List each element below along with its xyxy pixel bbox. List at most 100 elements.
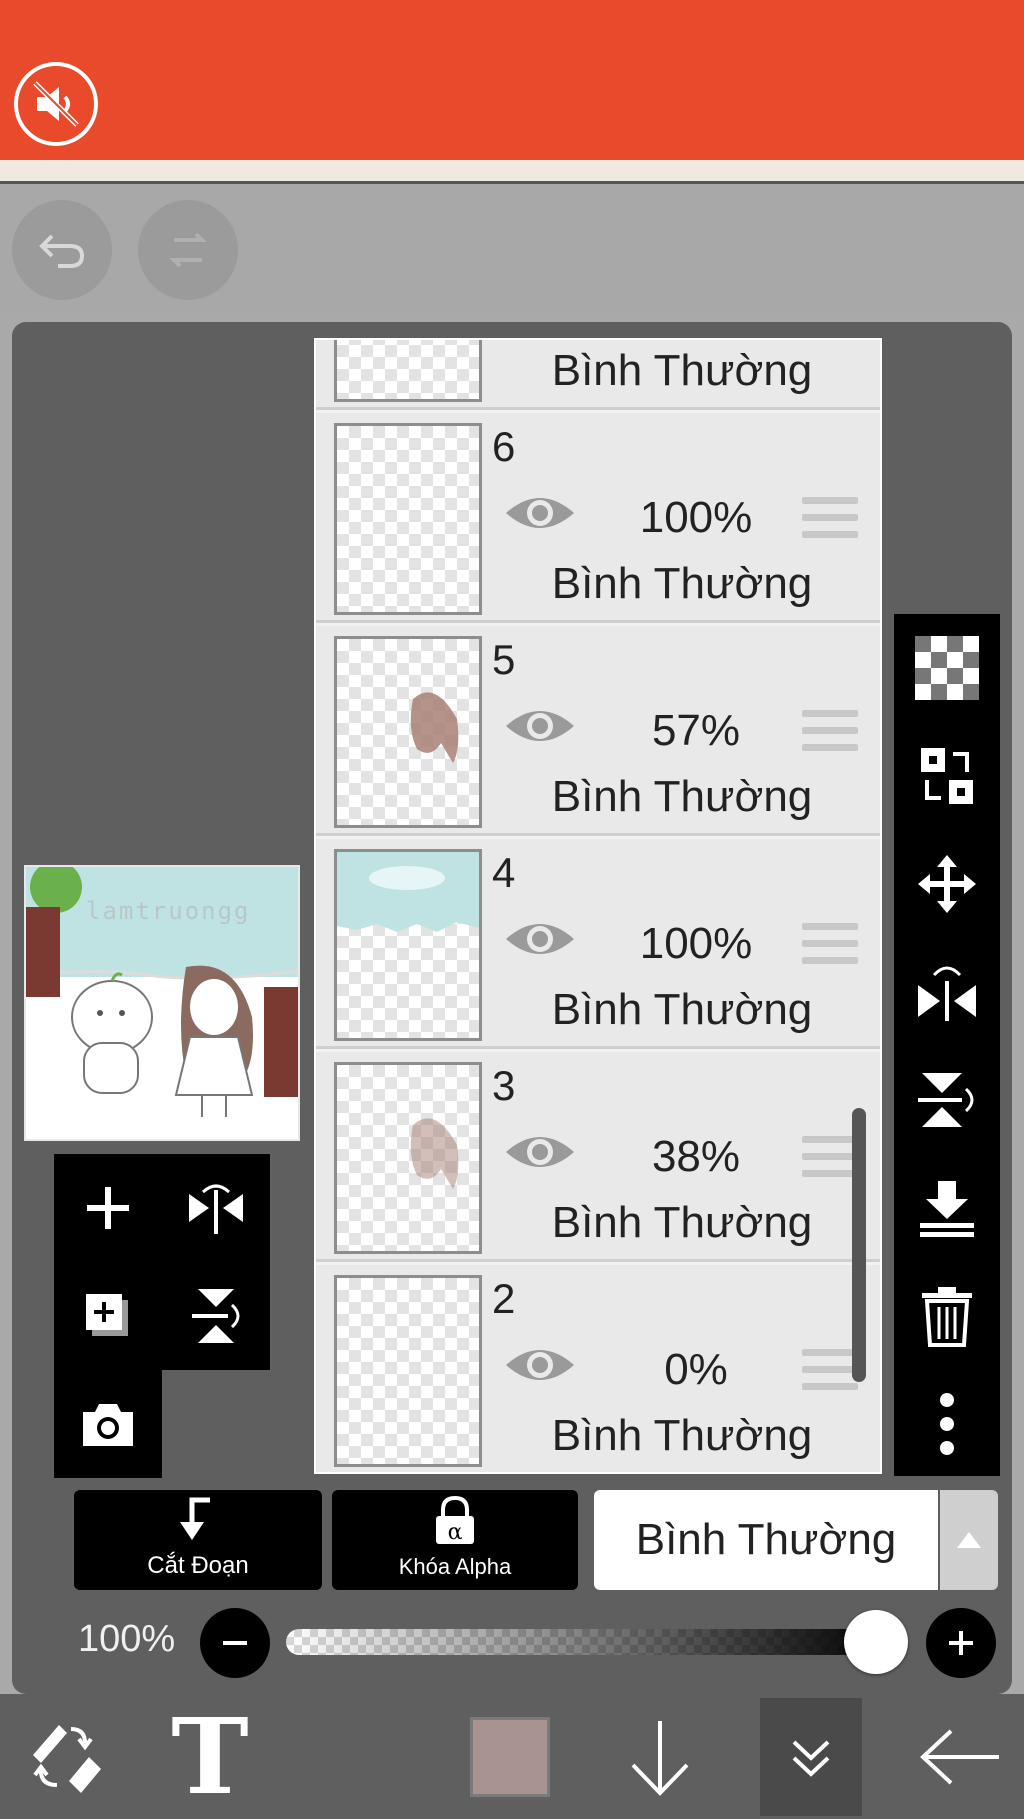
alpha-lock-label: Khóa Alpha [398, 1554, 512, 1579]
alpha-lock-button[interactable]: α Khóa Alpha [332, 1490, 578, 1590]
layer-number: 3 [492, 1062, 516, 1109]
layer-tools-column [894, 614, 1000, 1476]
eye-icon[interactable] [502, 489, 578, 537]
more-options-button[interactable] [894, 1370, 1000, 1478]
delete-layer-button[interactable] [894, 1262, 1000, 1370]
artwork-watermark: lamtruongg [86, 897, 251, 925]
layer-blend-mode: Bình Thường [551, 559, 813, 608]
add-layer-button[interactable] [54, 1154, 162, 1262]
layer-down-button[interactable] [610, 1694, 710, 1819]
drag-handle-icon[interactable] [802, 923, 858, 974]
opacity-decrease-button[interactable] [200, 1608, 270, 1678]
drag-handle-icon[interactable] [802, 710, 858, 761]
opacity-value: 100% [78, 1618, 176, 1660]
triangle-up-icon [957, 1532, 981, 1548]
canvas-thumbnail[interactable]: lamtruongg [24, 865, 300, 1141]
flip-horizontal-side-button[interactable] [894, 938, 1000, 1046]
swap-layer-button[interactable] [894, 722, 1000, 830]
drag-handle-icon[interactable] [802, 1349, 858, 1400]
flip-horizontal-icon [189, 1184, 243, 1234]
text-tool-button[interactable]: T [160, 1694, 260, 1819]
layer-thumbnail [334, 1062, 482, 1254]
duplicate-layer-button[interactable] [54, 1262, 162, 1370]
minus-icon [223, 1641, 247, 1645]
layer-list-scrollbar[interactable] [852, 1108, 866, 1382]
flip-horizontal-button[interactable] [162, 1154, 270, 1262]
layer-number: 4 [492, 849, 516, 896]
history-toolbar [0, 184, 1024, 314]
flip-vertical-icon [918, 1073, 974, 1127]
swap-icon [921, 748, 973, 804]
speaker-muted-icon [33, 81, 79, 127]
layer-blend-mode: Bình Thường [551, 1198, 813, 1247]
layer-list[interactable]: Bình Thường 6 100% Bình Thường 5 57% Bìn… [314, 338, 882, 1474]
mute-button[interactable] [14, 62, 98, 146]
plus-icon [87, 1187, 129, 1229]
eye-icon[interactable] [502, 915, 578, 963]
move-arrows-icon [918, 855, 976, 913]
checkerboard-icon [915, 636, 979, 700]
layer-blend-mode: Bình Thường [551, 985, 813, 1034]
clipping-button[interactable]: Cắt Đoạn [74, 1490, 322, 1590]
layer-thumbnail [334, 340, 482, 402]
top-banner [0, 0, 1024, 160]
merge-down-button[interactable] [894, 1154, 1000, 1262]
undo-icon [39, 234, 85, 268]
brush-eraser-swap-icon [33, 1724, 101, 1793]
layer-row[interactable]: 2 0% Bình Thường [316, 1265, 880, 1472]
flip-vertical-button[interactable] [162, 1262, 270, 1370]
merge-down-icon [920, 1181, 974, 1237]
drag-handle-icon[interactable] [802, 497, 858, 548]
drag-handle-icon[interactable] [802, 1136, 858, 1187]
back-button[interactable] [906, 1694, 1016, 1819]
brush-eraser-toggle[interactable] [10, 1694, 120, 1819]
layer-row[interactable]: 4 100% Bình Thường [316, 839, 880, 1049]
bottom-toolbar: T [0, 1694, 1024, 1819]
opacity-slider-handle[interactable] [844, 1610, 908, 1674]
double-chevron-down-icon [792, 1740, 830, 1777]
blend-mode-select[interactable]: Bình Thường [594, 1490, 938, 1590]
undo-button[interactable] [12, 200, 112, 300]
layer-thumbnail [334, 849, 482, 1041]
camera-button[interactable] [54, 1370, 162, 1478]
eye-icon[interactable] [502, 1128, 578, 1176]
flip-vertical-side-button[interactable] [894, 1046, 1000, 1154]
layer-blend-mode: Bình Thường [551, 346, 813, 395]
arrow-down-icon [631, 1720, 689, 1796]
layer-row[interactable]: 3 38% Bình Thường [316, 1052, 880, 1262]
redo-icon [169, 232, 207, 268]
layer-number: 6 [492, 423, 516, 470]
layer-opacity: 100% [639, 493, 753, 542]
layer-thumbnail [334, 423, 482, 615]
clip-arrow-icon [180, 1497, 210, 1540]
arrow-left-icon [920, 1729, 999, 1784]
layer-number: 2 [492, 1275, 516, 1322]
clipping-label: Cắt Đoạn [147, 1552, 249, 1579]
redo-button[interactable] [138, 200, 238, 300]
layer-number: 5 [492, 636, 516, 683]
layer-row[interactable]: 5 57% Bình Thường [316, 626, 880, 836]
layer-opacity: 57% [651, 706, 741, 755]
layers-panel-button[interactable] [760, 1698, 862, 1816]
duplicate-icon [86, 1294, 128, 1336]
flip-horizontal-icon [918, 966, 976, 1021]
transparent-fill-button[interactable] [894, 614, 1000, 722]
layer-row[interactable]: 6 100% Bình Thường [316, 413, 880, 623]
move-button[interactable] [894, 830, 1000, 938]
color-picker-button[interactable] [460, 1694, 560, 1819]
layer-opacity: 0% [664, 1345, 728, 1394]
eye-icon[interactable] [502, 1341, 578, 1389]
eye-icon[interactable] [502, 702, 578, 750]
blend-mode-dropdown-button[interactable] [940, 1490, 998, 1590]
layer-opacity: 38% [651, 1132, 741, 1181]
lock-alpha-icon: α [436, 1495, 474, 1545]
svg-text:α: α [448, 1520, 463, 1545]
banner-divider [0, 160, 1024, 184]
trash-icon [922, 1287, 972, 1347]
opacity-increase-button[interactable] [926, 1608, 996, 1678]
more-vertical-icon [940, 1393, 954, 1455]
layer-opacity: 100% [639, 919, 753, 968]
layer-row[interactable]: Bình Thường [316, 340, 880, 410]
opacity-slider-track[interactable] [286, 1629, 886, 1655]
layer-blend-mode: Bình Thường [551, 772, 813, 821]
